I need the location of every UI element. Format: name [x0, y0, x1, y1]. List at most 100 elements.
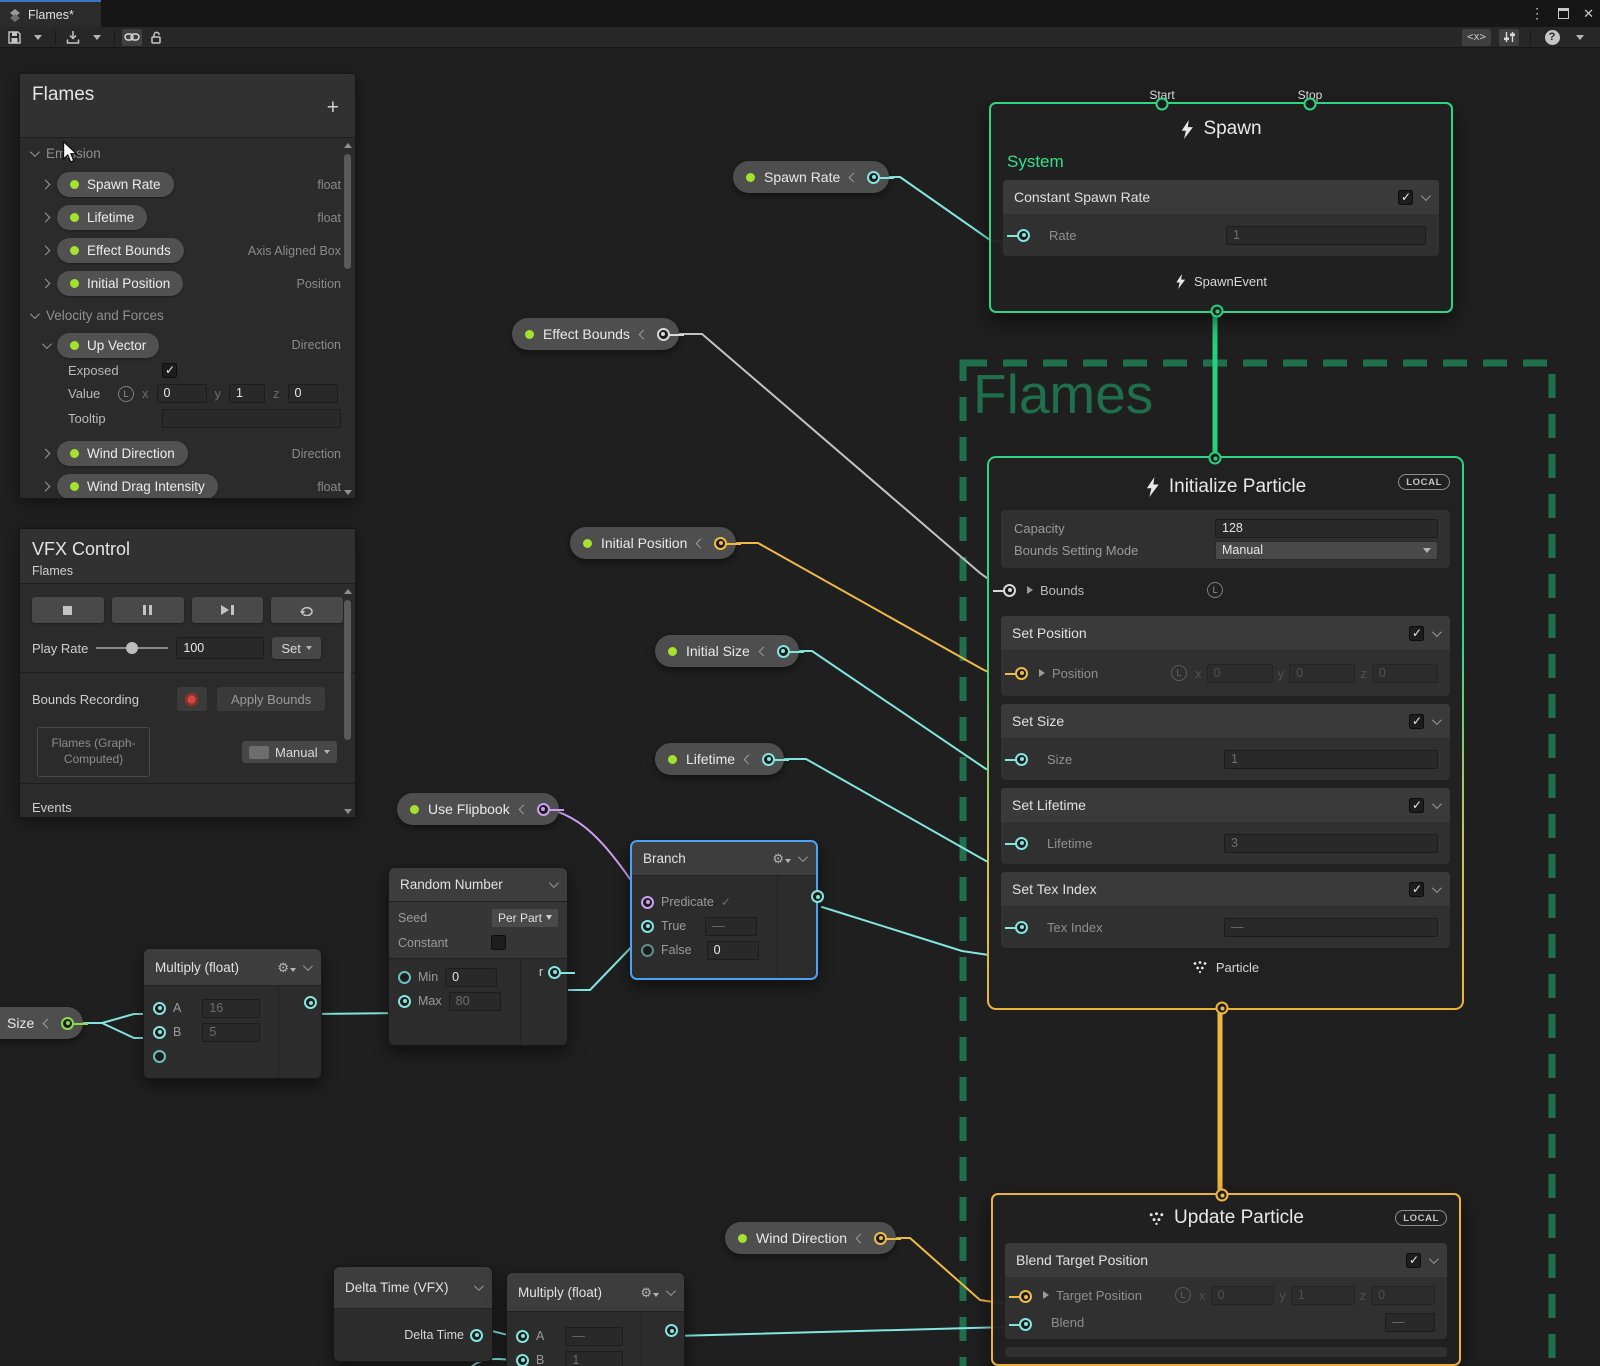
min-field[interactable]: 0	[445, 968, 497, 987]
spawn-output-port[interactable]	[1211, 305, 1224, 318]
target-space-badge[interactable]: L	[1175, 1287, 1191, 1303]
predicate-check-icon[interactable]: ✓	[721, 895, 731, 909]
z-field[interactable]: 0	[288, 384, 338, 403]
row-expander-icon[interactable]	[41, 180, 51, 190]
lock-button[interactable]	[146, 29, 166, 46]
collapse-icon[interactable]	[849, 172, 859, 182]
spawn-stop-port[interactable]	[1304, 98, 1317, 111]
lifetime-port[interactable]	[1015, 837, 1028, 850]
bounds-space-badge[interactable]: L	[1207, 582, 1223, 598]
link-toggle-button[interactable]	[122, 29, 142, 46]
bounds-mode-dropdown[interactable]: Manual	[1215, 541, 1438, 560]
row-expander-icon[interactable]	[41, 246, 51, 256]
spawn-start-port[interactable]	[1156, 98, 1169, 111]
param-output-port[interactable]	[762, 753, 775, 766]
true-field[interactable]: —	[705, 917, 757, 936]
block-enabled-checkbox[interactable]	[1398, 190, 1413, 205]
save-dropdown[interactable]	[28, 29, 48, 46]
a-port[interactable]	[516, 1330, 529, 1343]
collapse-icon[interactable]	[518, 804, 528, 814]
blend-field[interactable]: —	[1385, 1313, 1435, 1332]
multiply-float-node-2[interactable]: Multiply (float)⚙ A — B 1	[506, 1272, 685, 1366]
blackboard-row-lifetime[interactable]: Lifetime float	[20, 201, 355, 234]
size-port[interactable]	[1015, 753, 1028, 766]
param-size[interactable]: Size	[0, 1007, 83, 1039]
a-field[interactable]: —	[565, 1327, 623, 1346]
constant-spawn-rate-block[interactable]: Constant Spawn Rate Rate 1	[1003, 180, 1439, 256]
row-expander-icon[interactable]	[41, 279, 51, 289]
slider-knob[interactable]	[126, 642, 138, 654]
blackboard-row-initial-position[interactable]: Initial Position Position	[20, 267, 355, 300]
pause-button[interactable]	[112, 597, 184, 623]
tex-index-field[interactable]: —	[1224, 918, 1438, 937]
blackboard-row-wind-direction[interactable]: Wind Direction Direction	[20, 437, 355, 470]
add-parameter-button[interactable]: +	[327, 96, 339, 120]
tab-flames[interactable]: Flames*	[0, 0, 101, 27]
collapse-icon[interactable]	[856, 1233, 866, 1243]
param-effect-bounds[interactable]: Effect Bounds	[512, 318, 679, 350]
position-z-field[interactable]: 0	[1372, 664, 1438, 683]
play-rate-field[interactable]: 100	[176, 637, 264, 659]
window-menu-icon[interactable]: ⋮	[1530, 5, 1544, 22]
set-position-block[interactable]: Set Position Position L x0 y0 z0	[1001, 616, 1450, 696]
close-button[interactable]: ✕	[1583, 6, 1594, 22]
space-badge[interactable]: L	[118, 386, 134, 402]
collapse-icon[interactable]	[666, 1286, 676, 1296]
collapse-icon[interactable]	[798, 852, 808, 862]
play-rate-slider[interactable]	[96, 647, 168, 649]
initialize-input-port[interactable]	[1209, 452, 1222, 465]
min-port[interactable]	[398, 971, 411, 984]
save-button[interactable]	[4, 29, 24, 46]
multiply2-output-port[interactable]	[665, 1324, 678, 1337]
multiply-output-port[interactable]	[304, 996, 317, 1009]
lifetime-field[interactable]: 3	[1224, 834, 1438, 853]
set-button[interactable]: Set	[272, 637, 321, 659]
row-expander-icon[interactable]	[41, 482, 51, 492]
block-enabled-checkbox[interactable]	[1409, 798, 1424, 813]
scroll-up-icon[interactable]	[344, 589, 352, 594]
row-expander-icon[interactable]	[41, 449, 51, 459]
block-collapse-icon[interactable]	[1432, 799, 1442, 809]
delta-time-node[interactable]: Delta Time (VFX) Delta Time	[333, 1266, 493, 1362]
target-position-port[interactable]	[1019, 1290, 1032, 1303]
scrollbar-thumb[interactable]	[344, 600, 351, 740]
seed-dropdown[interactable]: Per Part	[492, 909, 558, 927]
gear-icon[interactable]: ⚙	[640, 1286, 659, 1299]
blackboard-panel[interactable]: Flames + Emission Spawn Rate float Lifet…	[19, 73, 356, 499]
param-output-port[interactable]	[777, 645, 790, 658]
restart-button[interactable]	[271, 597, 343, 623]
apply-bounds-button[interactable]: Apply Bounds	[217, 687, 325, 711]
exposed-checkbox[interactable]	[162, 363, 177, 378]
random-output-port[interactable]	[548, 966, 561, 979]
save-as-button[interactable]	[63, 29, 83, 46]
blackboard-row-effect-bounds[interactable]: Effect Bounds Axis Aligned Box	[20, 234, 355, 267]
true-port[interactable]	[641, 920, 654, 933]
x-field[interactable]: 0	[157, 384, 207, 403]
scroll-down-icon[interactable]	[344, 490, 352, 495]
false-port[interactable]	[641, 944, 654, 957]
control-panel-button[interactable]	[1499, 29, 1519, 46]
scroll-down-icon[interactable]	[344, 809, 352, 814]
bounds-port[interactable]	[1003, 584, 1016, 597]
param-output-port[interactable]	[867, 171, 880, 184]
block-collapse-icon[interactable]	[1432, 627, 1442, 637]
multiply-float-node[interactable]: Multiply (float)⚙ A 16 B 5	[143, 948, 322, 1079]
a-port[interactable]	[153, 1002, 166, 1015]
bounds-manual-dropdown[interactable]: Manual	[242, 741, 337, 763]
tex-index-port[interactable]	[1015, 921, 1028, 934]
position-port[interactable]	[1015, 667, 1028, 680]
param-initial-size[interactable]: Initial Size	[655, 635, 799, 667]
show-code-button[interactable]: <x>	[1462, 29, 1491, 46]
collapse-icon[interactable]	[758, 646, 768, 656]
block-enabled-checkbox[interactable]	[1409, 882, 1424, 897]
extra-port[interactable]	[153, 1050, 166, 1063]
y-field[interactable]: 1	[229, 384, 265, 403]
collapse-icon[interactable]	[638, 329, 648, 339]
b-port[interactable]	[153, 1026, 166, 1039]
category-collapse-icon[interactable]	[30, 147, 40, 157]
set-size-block[interactable]: Set Size Size 1	[1001, 704, 1450, 780]
param-use-flipbook[interactable]: Use Flipbook	[397, 793, 559, 825]
position-expander-icon[interactable]	[1039, 669, 1045, 677]
branch-node[interactable]: Branch⚙ Predicate ✓ True — False 0	[630, 840, 818, 980]
false-field[interactable]: 0	[707, 941, 759, 960]
